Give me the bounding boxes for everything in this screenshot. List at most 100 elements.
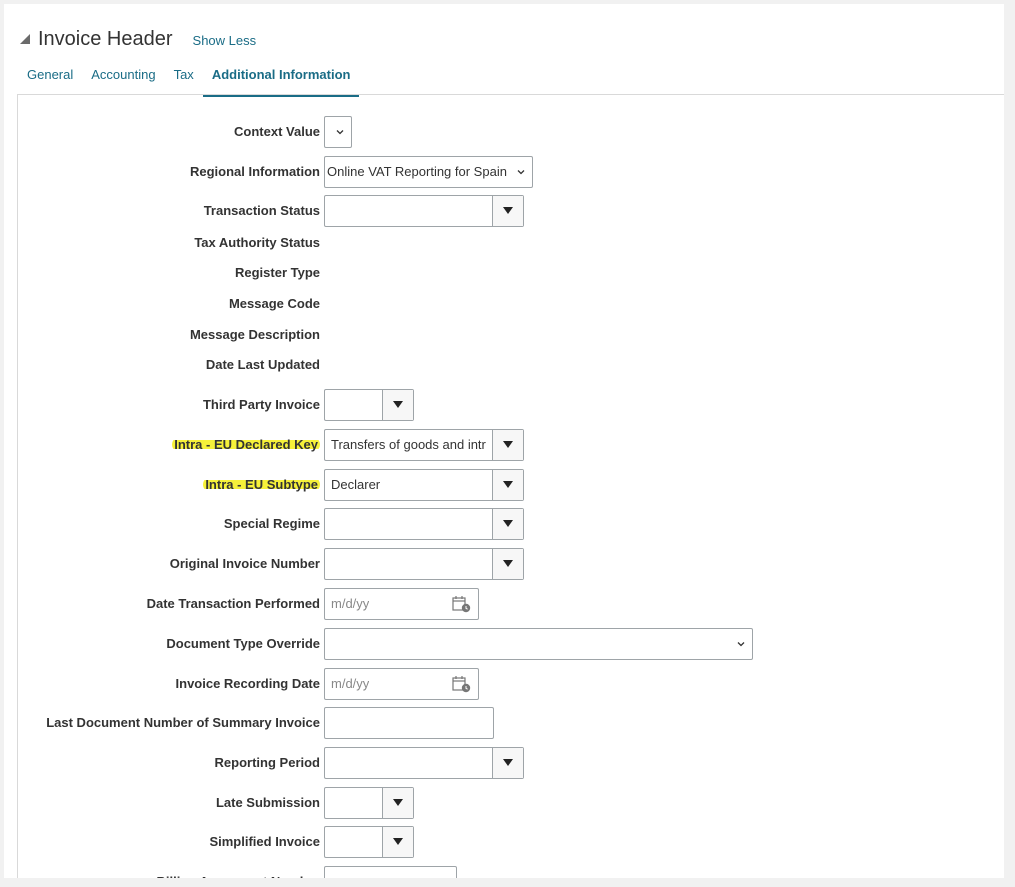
reporting-period-combobox[interactable] [324,747,524,779]
tab-accounting[interactable]: Accounting [82,64,164,93]
additional-information-form: Context Value Regional Information Onlin… [18,95,1004,878]
simplified-invoice-dropdown-button[interactable] [382,827,413,857]
simplified-invoice-label: Simplified Invoice [209,834,320,849]
intra-eu-subtype-value: Declarer [331,477,381,492]
triangle-down-icon [503,560,513,567]
regional-information-label: Regional Information [190,164,320,179]
date-transaction-performed-input[interactable]: m/d/yy [324,588,479,620]
intra-eu-declared-key-label: Intra - EU Declared Key [172,429,320,461]
triangle-down-icon [393,799,403,806]
original-invoice-number-combobox[interactable] [324,548,524,580]
invoice-header-card: Invoice Header Show Less General Account… [4,4,1004,878]
row-reporting-period: Reporting Period [18,747,1004,779]
invoice-recording-date-label: Invoice Recording Date [175,676,320,691]
row-special-regime: Special Regime [18,508,1004,540]
row-message-code: Message Code [18,288,1004,320]
row-invoice-recording-date: Invoice Recording Date m/d/yy [18,668,1004,700]
date-placeholder: m/d/yy [331,676,370,691]
row-regional-information: Regional Information Online VAT Reportin… [18,156,1004,188]
triangle-down-icon [503,441,513,448]
row-last-document-number: Last Document Number of Summary Invoice [18,707,1004,739]
row-transaction-status: Transaction Status [18,195,1004,227]
invoice-recording-date-input[interactable]: m/d/yy [324,668,479,700]
billing-agreement-number-select[interactable] [324,866,457,878]
context-value-label: Context Value [234,124,320,139]
row-third-party-invoice: Third Party Invoice [18,389,1004,421]
message-code-label: Message Code [228,296,320,311]
intra-eu-declared-key-value: Transfers of goods and intr [331,437,486,452]
row-tax-authority-status: Tax Authority Status [18,227,1004,259]
special-regime-label: Special Regime [223,516,320,531]
date-placeholder: m/d/yy [331,596,370,611]
message-description-label: Message Description [189,327,320,342]
transaction-status-combobox[interactable] [324,195,524,227]
triangle-down-icon [393,838,403,845]
triangle-down-icon [503,759,513,766]
row-intra-eu-subtype: Intra - EU Subtype Declarer [18,469,1004,501]
calendar-icon[interactable] [452,669,472,699]
collapse-triangle-icon[interactable] [18,32,32,46]
special-regime-combobox[interactable] [324,508,524,540]
row-register-type: Register Type [18,257,1004,289]
regional-information-select[interactable]: Online VAT Reporting for Spain [324,156,533,188]
last-document-number-label: Last Document Number of Summary Invoice [46,715,320,730]
late-submission-combobox[interactable] [324,787,414,819]
calendar-icon[interactable] [452,589,472,619]
late-submission-dropdown-button[interactable] [382,788,413,818]
row-date-transaction-performed: Date Transaction Performed m/d/yy [18,588,1004,620]
highlighted-label: Intra - EU Subtype [203,477,320,492]
late-submission-label: Late Submission [215,795,320,810]
row-original-invoice-number: Original Invoice Number [18,548,1004,580]
billing-agreement-number-label: Billing Agreement Number [157,866,320,878]
register-type-label: Register Type [234,265,320,280]
tab-tax[interactable]: Tax [165,64,203,93]
document-type-override-select[interactable] [324,628,753,660]
intra-eu-declared-key-dropdown-button[interactable] [492,430,523,460]
row-intra-eu-declared-key: Intra - EU Declared Key Transfers of goo… [18,429,1004,461]
document-type-override-label: Document Type Override [166,636,320,651]
intra-eu-subtype-dropdown-button[interactable] [492,470,523,500]
intra-eu-subtype-combobox[interactable]: Declarer [324,469,524,501]
reporting-period-label: Reporting Period [214,755,320,770]
triangle-down-icon [393,401,403,408]
row-date-last-updated: Date Last Updated [18,349,1004,381]
row-simplified-invoice: Simplified Invoice [18,826,1004,858]
tax-authority-status-label: Tax Authority Status [194,235,320,250]
tab-general[interactable]: General [18,64,82,93]
original-invoice-number-label: Original Invoice Number [169,556,320,571]
row-billing-agreement-number: Billing Agreement Number [18,866,1004,878]
date-last-updated-label: Date Last Updated [205,357,320,372]
last-document-number-input[interactable] [324,707,494,739]
row-document-type-override: Document Type Override [18,628,1004,660]
triangle-down-icon [503,481,513,488]
chevron-down-icon [736,629,746,659]
reporting-period-dropdown-button[interactable] [492,748,523,778]
row-message-description: Message Description [18,319,1004,351]
special-regime-dropdown-button[interactable] [492,509,523,539]
highlighted-label: Intra - EU Declared Key [172,437,320,452]
chevron-down-icon [440,867,450,878]
section-header: Invoice Header Show Less [18,24,256,54]
form-panel: Context Value Regional Information Onlin… [17,94,1004,878]
third-party-invoice-dropdown-button[interactable] [382,390,413,420]
page-title: Invoice Header [38,27,173,50]
original-invoice-number-dropdown-button[interactable] [492,549,523,579]
chevron-down-icon [516,157,526,187]
row-late-submission: Late Submission [18,787,1004,819]
date-transaction-performed-label: Date Transaction Performed [146,596,320,611]
intra-eu-subtype-label: Intra - EU Subtype [203,469,320,501]
intra-eu-declared-key-combobox[interactable]: Transfers of goods and intr [324,429,524,461]
context-value-select[interactable] [324,116,352,148]
triangle-down-icon [503,520,513,527]
third-party-invoice-label: Third Party Invoice [202,397,320,412]
tab-additional-information[interactable]: Additional Information [202,64,360,97]
third-party-invoice-combobox[interactable] [324,389,414,421]
row-context-value: Context Value [18,116,1004,148]
show-less-link[interactable]: Show Less [193,33,257,48]
regional-information-value: Online VAT Reporting for Spain [327,164,507,179]
transaction-status-dropdown-button[interactable] [492,196,523,226]
tab-bar: General Accounting Tax Additional Inform… [18,64,360,97]
triangle-down-icon [503,207,513,214]
chevron-down-icon [335,117,345,147]
simplified-invoice-combobox[interactable] [324,826,414,858]
